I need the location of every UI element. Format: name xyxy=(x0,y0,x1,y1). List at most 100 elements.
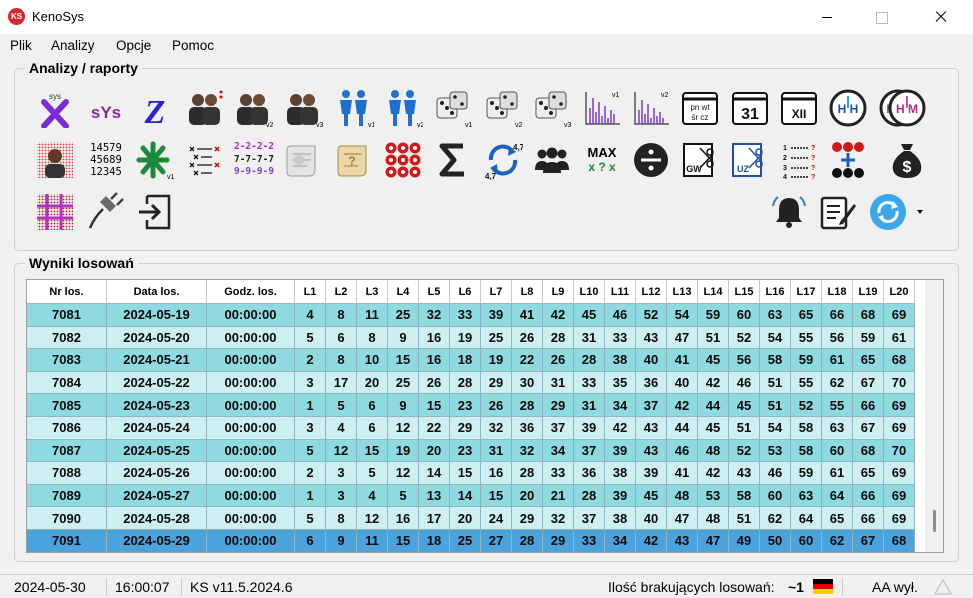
table-cell[interactable]: 15 xyxy=(388,349,419,372)
table-cell[interactable]: 31 xyxy=(543,371,574,395)
table-cell[interactable]: 6 xyxy=(357,394,388,417)
table-cell[interactable]: 43 xyxy=(636,439,667,463)
dice-v2-tool[interactable]: v2 xyxy=(481,86,525,130)
table-cell[interactable]: 29 xyxy=(543,394,574,417)
table-cell[interactable]: 25 xyxy=(481,326,512,350)
money-bag-tool[interactable]: $ xyxy=(885,138,929,182)
table-cell[interactable]: 52 xyxy=(729,439,760,463)
table-cell[interactable]: 22 xyxy=(419,416,450,440)
checklist-tool[interactable] xyxy=(182,138,226,182)
column-header[interactable]: L15 xyxy=(729,280,760,304)
table-cell[interactable]: 19 xyxy=(388,439,419,463)
column-header[interactable]: L9 xyxy=(543,280,574,304)
table-row[interactable]: 7082 2024-05-20 00:00:00 5 6 8 9 16 19 25 26 28 31 33… xyxy=(27,326,915,350)
table-cell[interactable]: 63 xyxy=(791,484,822,508)
table-cell[interactable]: 39 xyxy=(605,484,636,508)
column-header[interactable]: L8 xyxy=(512,280,543,304)
vertical-scrollbar[interactable] xyxy=(925,280,943,552)
players-v2-tool[interactable]: v2 xyxy=(231,86,275,130)
table-cell[interactable]: 60 xyxy=(822,439,853,463)
table-cell[interactable]: 43 xyxy=(636,326,667,350)
table-cell[interactable]: 46 xyxy=(760,462,791,485)
table-cell[interactable]: 20 xyxy=(450,507,481,530)
column-header[interactable]: Nr los. xyxy=(27,280,107,304)
table-cell[interactable]: 28 xyxy=(574,349,605,372)
table-cell[interactable]: 42 xyxy=(605,416,636,440)
table-cell[interactable]: 42 xyxy=(667,394,698,417)
table-cell[interactable]: 2024-05-27 xyxy=(107,484,207,508)
table-cell[interactable]: 3 xyxy=(326,484,357,508)
table-cell[interactable]: 68 xyxy=(853,304,884,327)
table-cell[interactable]: 51 xyxy=(698,326,729,350)
cut-gw-tool[interactable]: GW xyxy=(678,138,722,182)
table-cell[interactable]: 32 xyxy=(419,304,450,327)
table-cell[interactable]: 7084 xyxy=(27,371,107,395)
table-cell[interactable]: 41 xyxy=(667,462,698,485)
table-cell[interactable]: 5 xyxy=(295,326,326,350)
table-cell[interactable]: 39 xyxy=(605,439,636,463)
table-cell[interactable]: 2 xyxy=(295,349,326,372)
table-cell[interactable]: 00:00:00 xyxy=(207,529,295,552)
table-cell[interactable]: 42 xyxy=(698,462,729,485)
table-cell[interactable]: 1 xyxy=(295,484,326,508)
table-cell[interactable]: 33 xyxy=(605,326,636,350)
table-cell[interactable]: 33 xyxy=(574,371,605,395)
table-cell[interactable]: 2024-05-20 xyxy=(107,326,207,350)
table-cell[interactable]: 2024-05-24 xyxy=(107,416,207,440)
table-cell[interactable]: 40 xyxy=(636,349,667,372)
table-cell[interactable]: 31 xyxy=(574,394,605,417)
table-cell[interactable]: 46 xyxy=(605,304,636,327)
table-cell[interactable]: 26 xyxy=(419,371,450,395)
table-cell[interactable]: 00:00:00 xyxy=(207,326,295,350)
table-cell[interactable]: 00:00:00 xyxy=(207,484,295,508)
table-cell[interactable]: 15 xyxy=(388,529,419,552)
table-cell[interactable]: 7088 xyxy=(27,462,107,485)
table-cell[interactable]: 12 xyxy=(357,507,388,530)
table-cell[interactable]: 38 xyxy=(605,507,636,530)
table-cell[interactable]: 46 xyxy=(729,371,760,395)
resize-grip-icon[interactable] xyxy=(933,578,953,596)
table-row[interactable]: 7084 2024-05-22 00:00:00 3 17 20 25 26 28 29 30 31 3… xyxy=(27,371,915,395)
table-row[interactable]: 7086 2024-05-24 00:00:00 3 4 6 12 22 29 32 36 37 39 4… xyxy=(27,416,915,440)
table-cell[interactable]: 2024-05-28 xyxy=(107,507,207,530)
table-cell[interactable]: 34 xyxy=(605,394,636,417)
column-header[interactable]: L4 xyxy=(388,280,419,304)
table-row[interactable]: 7085 2024-05-23 00:00:00 1 5 6 9 15 23 26 28 29 31 34… xyxy=(27,394,915,417)
system-z-tool[interactable]: Z xyxy=(133,86,177,130)
day-calendar-tool[interactable]: 31 xyxy=(728,86,772,130)
table-cell[interactable]: 00:00:00 xyxy=(207,394,295,417)
table-cell[interactable]: 18 xyxy=(419,529,450,552)
table-cell[interactable]: 65 xyxy=(822,507,853,530)
column-header[interactable]: L2 xyxy=(326,280,357,304)
table-cell[interactable]: 60 xyxy=(729,304,760,327)
table-cell[interactable]: 55 xyxy=(822,394,853,417)
table-cell[interactable]: 47 xyxy=(667,326,698,350)
table-cell[interactable]: 21 xyxy=(543,484,574,508)
table-row[interactable]: 7088 2024-05-26 00:00:00 2 3 5 12 14 15 16 28 33 36 3… xyxy=(27,462,915,485)
table-cell[interactable]: 00:00:00 xyxy=(207,349,295,372)
table-cell[interactable]: 42 xyxy=(698,371,729,395)
numbered-list-tool[interactable]: 1 2 3 4 ???? xyxy=(777,138,821,182)
table-cell[interactable]: 1 xyxy=(295,394,326,417)
table-cell[interactable]: 45 xyxy=(729,394,760,417)
mosaic-portrait-tool[interactable] xyxy=(33,138,77,182)
table-cell[interactable]: 69 xyxy=(884,462,915,485)
scroll-gray-tool[interactable] xyxy=(281,138,325,182)
sync-dropdown-arrow[interactable] xyxy=(917,210,923,214)
table-cell[interactable]: 2024-05-21 xyxy=(107,349,207,372)
table-cell[interactable]: 43 xyxy=(729,462,760,485)
table-cell[interactable]: 41 xyxy=(667,349,698,372)
table-cell[interactable]: 38 xyxy=(605,349,636,372)
column-header[interactable]: Godz. los. xyxy=(207,280,295,304)
table-cell[interactable]: 68 xyxy=(884,349,915,372)
table-cell[interactable]: 62 xyxy=(822,529,853,552)
table-cell[interactable]: 38 xyxy=(605,462,636,485)
table-cell[interactable]: 39 xyxy=(636,462,667,485)
table-cell[interactable]: 55 xyxy=(791,371,822,395)
table-cell[interactable]: 68 xyxy=(853,439,884,463)
table-cell[interactable]: 9 xyxy=(388,326,419,350)
divide-tool[interactable] xyxy=(629,138,673,182)
refresh-47-tool[interactable]: 4,7 4,7 xyxy=(481,138,525,182)
lottery-balls-tool[interactable] xyxy=(381,138,425,182)
dice-v3-tool[interactable]: v3 xyxy=(530,86,574,130)
